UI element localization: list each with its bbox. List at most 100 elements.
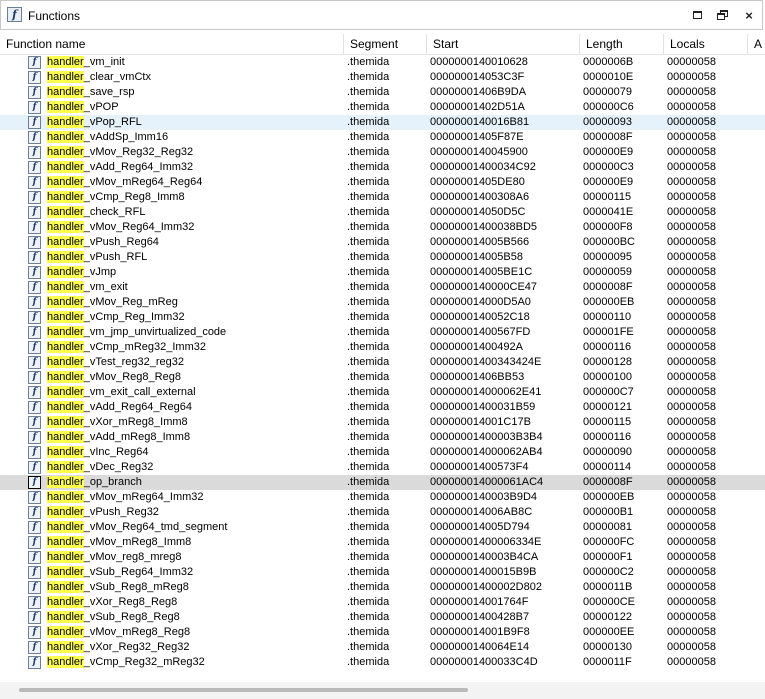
- table-row[interactable]: f handler_vMov_mReg64_Imm32 .themida 000000…: [0, 490, 765, 505]
- search-highlight: handler: [47, 596, 84, 608]
- function-icon: f: [28, 641, 41, 654]
- function-name-rest: _vAdd_Reg64_Imm32: [83, 161, 194, 173]
- column-locals[interactable]: Locals: [664, 34, 748, 54]
- function-icon: f: [28, 401, 41, 414]
- table-row[interactable]: f handler_vAdd_Reg64_Reg64 .themida 0000000…: [0, 400, 765, 415]
- function-name-cell: handler_vMov_reg8_mreg8: [47, 550, 182, 565]
- scrollbar-thumb[interactable]: [19, 688, 468, 692]
- locals-cell: 00000058: [667, 146, 716, 158]
- table-row[interactable]: f handler_vMov_mReg8_Reg8 .themida 00000001…: [0, 625, 765, 640]
- column-start[interactable]: Start: [427, 34, 580, 54]
- table-row[interactable]: f handler_save_rsp .themida 00000001406B9DA…: [0, 85, 765, 100]
- table-row[interactable]: f handler_vInc_Reg64 .themida 0000000140000…: [0, 445, 765, 460]
- start-address-cell: 0000000140003B4CA: [430, 551, 539, 563]
- search-highlight: handler: [47, 656, 84, 668]
- start-address-cell: 00000001400573F4: [430, 461, 529, 473]
- table-row[interactable]: f handler_op_branch .themida 00000001400006…: [0, 475, 765, 490]
- function-name-cell: handler_vAdd_Reg64_Imm32: [47, 160, 193, 175]
- table-row[interactable]: f handler_vAdd_Reg64_Imm32 .themida 0000000…: [0, 160, 765, 175]
- table-row[interactable]: f handler_vm_exit .themida 0000000140000CE4…: [0, 280, 765, 295]
- segment-cell: .themida: [347, 506, 390, 518]
- function-name-cell: handler_vSub_Reg8_mReg8: [47, 580, 189, 595]
- function-name-cell: handler_check_RFL: [47, 205, 145, 220]
- locals-cell: 00000058: [667, 461, 716, 473]
- table-row[interactable]: f handler_vTest_reg32_reg32 .themida 000000…: [0, 355, 765, 370]
- column-function-name[interactable]: Function name: [0, 34, 344, 54]
- length-cell: 00000128: [583, 356, 632, 368]
- locals-cell: 00000058: [667, 491, 716, 503]
- table-row[interactable]: f handler_vXor_Reg32_Reg32 .themida 0000000…: [0, 640, 765, 655]
- function-icon: f: [28, 566, 41, 579]
- table-row[interactable]: f handler_vPush_Reg64 .themida 000000014005…: [0, 235, 765, 250]
- length-cell: 000000BC: [583, 236, 635, 248]
- table-row[interactable]: f handler_check_RFL .themida 000000014050D5…: [0, 205, 765, 220]
- column-length[interactable]: Length: [580, 34, 664, 54]
- segment-cell: .themida: [347, 611, 390, 623]
- table-row[interactable]: f handler_vPush_RFL .themida 000000014005B5…: [0, 250, 765, 265]
- column-a[interactable]: A: [748, 34, 765, 54]
- table-row[interactable]: f handler_vMov_mReg8_Imm8 .themida 00000001…: [0, 535, 765, 550]
- start-address-cell: 000000014000D5A0: [430, 296, 531, 308]
- search-highlight: handler: [47, 551, 84, 563]
- column-segment[interactable]: Segment: [344, 34, 427, 54]
- function-name-cell: handler_vXor_Reg32_Reg32: [47, 640, 190, 655]
- table-row[interactable]: f handler_vXor_mReg8_Imm8 .themida 00000001…: [0, 415, 765, 430]
- search-highlight: handler: [47, 446, 84, 458]
- table-row[interactable]: f handler_vm_jmp_unvirtualized_code .themi…: [0, 325, 765, 340]
- segment-cell: .themida: [347, 56, 390, 68]
- table-row[interactable]: f handler_vMov_Reg64_tmd_segment .themida 0…: [0, 520, 765, 535]
- table-row[interactable]: f handler_vAdd_mReg8_Imm8 .themida 00000001…: [0, 430, 765, 445]
- table-row[interactable]: f handler_vSub_Reg64_Imm32 .themida 0000000…: [0, 565, 765, 580]
- function-name-rest: _vMov_reg8_mreg8: [83, 551, 182, 563]
- length-cell: 000000EB: [583, 296, 635, 308]
- start-address-cell: 00000001400002D802: [430, 581, 542, 593]
- function-name-rest: _vXor_Reg8_Reg8: [83, 596, 178, 608]
- locals-cell: 00000058: [667, 296, 716, 308]
- table-row[interactable]: f handler_vm_init .themida 0000000140010628…: [0, 55, 765, 70]
- length-cell: 00000100: [583, 371, 632, 383]
- function-name-cell: handler_clear_vmCtx: [47, 70, 151, 85]
- table-row[interactable]: f handler_vAddSp_Imm16 .themida 00000001405…: [0, 130, 765, 145]
- function-name-rest: _vm_jmp_unvirtualized_code: [83, 326, 227, 338]
- search-highlight: handler: [47, 251, 84, 263]
- search-highlight: handler: [47, 641, 84, 653]
- table-row[interactable]: f handler_vSub_Reg8_Reg8 .themida 000000014…: [0, 610, 765, 625]
- table-row[interactable]: f handler_vPop_RFL .themida 0000000140016B8…: [0, 115, 765, 130]
- table-row[interactable]: f handler_vPush_Reg32 .themida 000000014006…: [0, 505, 765, 520]
- locals-cell: 00000058: [667, 371, 716, 383]
- function-icon: f: [28, 221, 41, 234]
- table-row[interactable]: f handler_vCmp_Reg8_Imm8 .themida 000000014…: [0, 190, 765, 205]
- table-row[interactable]: f handler_vMov_Reg8_Reg8 .themida 000000014…: [0, 370, 765, 385]
- close-button[interactable]: ×: [740, 7, 758, 25]
- restore-button[interactable]: [714, 7, 732, 25]
- function-name-rest: _vMov_Reg64_Imm32: [83, 221, 195, 233]
- table-row[interactable]: f handler_vm_exit_call_external .themida 00…: [0, 385, 765, 400]
- horizontal-scrollbar[interactable]: [0, 682, 765, 699]
- table-row[interactable]: f handler_vCmp_Reg32_mReg32 .themida 000000…: [0, 655, 765, 670]
- length-cell: 00000110: [583, 311, 632, 323]
- search-highlight: handler: [47, 236, 84, 248]
- table-row[interactable]: f handler_vJmp .themida 000000014005BE1C 000…: [0, 265, 765, 280]
- function-name-cell: handler_save_rsp: [47, 85, 134, 100]
- search-highlight: handler: [47, 581, 84, 593]
- segment-cell: .themida: [347, 476, 390, 488]
- table-row[interactable]: f handler_vDec_Reg32 .themida 0000000140057…: [0, 460, 765, 475]
- table-row[interactable]: f handler_vSub_Reg8_mReg8 .themida 00000001…: [0, 580, 765, 595]
- locals-cell: 00000058: [667, 506, 716, 518]
- table-row[interactable]: f handler_vPOP .themida 00000001402D51A 0000…: [0, 100, 765, 115]
- table-row[interactable]: f handler_vMov_Reg32_Reg32 .themida 0000000…: [0, 145, 765, 160]
- table-row[interactable]: f handler_vCmp_mReg32_Imm32 .themida 000000…: [0, 340, 765, 355]
- table-row[interactable]: f handler_vMov_Reg64_Imm32 .themida 0000000…: [0, 220, 765, 235]
- table-row[interactable]: f handler_vMov_mReg64_Reg64 .themida 000000…: [0, 175, 765, 190]
- table-row[interactable]: f handler_vCmp_Reg_Imm32 .themida 000000014…: [0, 310, 765, 325]
- table-row[interactable]: f handler_vMov_Reg_mReg .themida 0000000140…: [0, 295, 765, 310]
- function-name-cell: handler_vCmp_Reg_Imm32: [47, 310, 185, 325]
- table-row[interactable]: f handler_vMov_reg8_mreg8 .themida 00000001…: [0, 550, 765, 565]
- maximize-button[interactable]: [689, 7, 707, 25]
- function-icon: f: [28, 191, 41, 204]
- function-name-rest: _vMov_mReg64_Reg64: [83, 176, 203, 188]
- function-name-rest: _vMov_mReg8_Reg8: [83, 626, 191, 638]
- segment-cell: .themida: [347, 101, 390, 113]
- table-row[interactable]: f handler_clear_vmCtx .themida 000000014053…: [0, 70, 765, 85]
- table-row[interactable]: f handler_vXor_Reg8_Reg8 .themida 000000014…: [0, 595, 765, 610]
